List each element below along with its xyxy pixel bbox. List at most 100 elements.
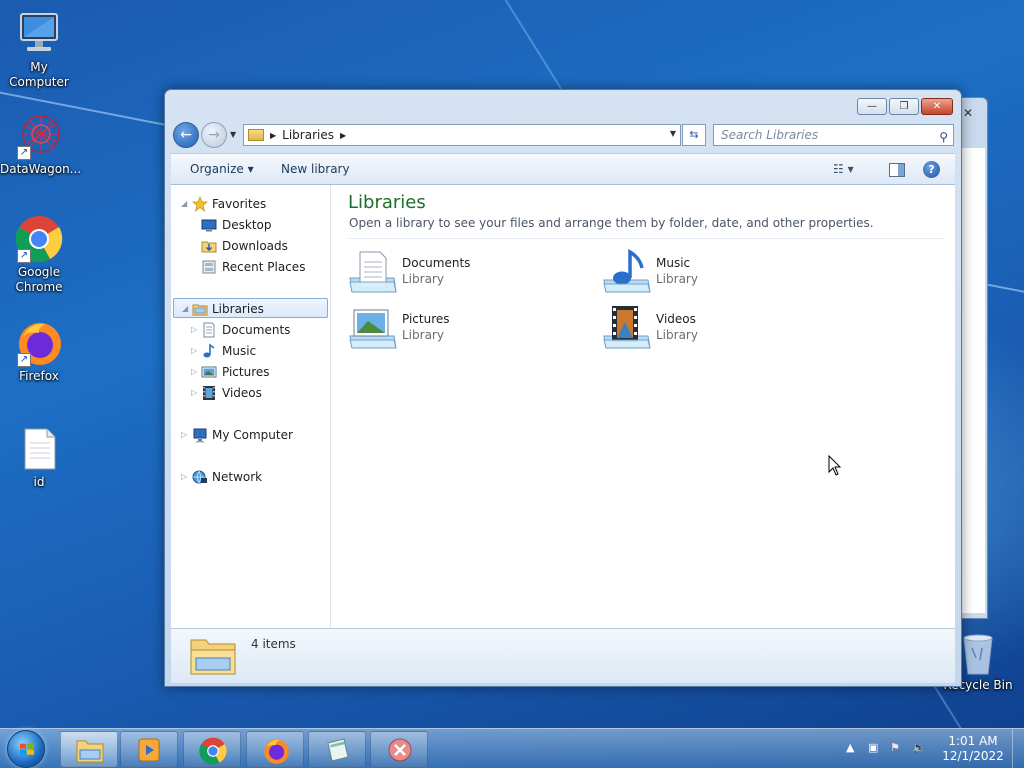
nav-label: Libraries (212, 302, 264, 316)
taskbar-media-player[interactable] (120, 731, 178, 767)
library-tile-music[interactable]: Music Library (602, 246, 832, 298)
media-player-icon (136, 737, 164, 763)
address-field[interactable]: ▶ Libraries ▶ ▼ (243, 124, 681, 146)
breadcrumb-libraries[interactable]: Libraries (282, 128, 334, 142)
expand-arrow-icon[interactable]: ▷ (191, 320, 197, 340)
nav-item-favorites[interactable]: ◢ Favorites (171, 194, 329, 214)
organize-button[interactable]: Organize ▾ (190, 162, 254, 176)
taskbar-firefox[interactable] (246, 731, 304, 767)
taskbar: ▲ ▣ ⚑ 🔈 1:01 AM 12/1/2022 (0, 728, 1024, 768)
change-view-button[interactable]: ☷ ▾ (833, 162, 854, 176)
start-button[interactable] (7, 730, 45, 768)
maximize-button[interactable]: ❐ (889, 98, 919, 115)
nav-label: Documents (222, 323, 291, 337)
back-button[interactable]: ← (173, 122, 199, 148)
nav-item-my-computer[interactable]: ▷ My Computer (171, 425, 329, 445)
desktop-icon (201, 217, 217, 233)
folder-icon (76, 737, 104, 763)
taskbar-error-app[interactable] (370, 731, 428, 767)
close-button[interactable]: ✕ (921, 98, 953, 115)
datawagon-icon: ↗ (15, 112, 63, 160)
minimize-button[interactable]: — (857, 98, 887, 115)
close-icon[interactable]: ✕ (963, 106, 983, 122)
music-note-icon (201, 343, 217, 359)
nav-item-desktop[interactable]: Desktop (171, 215, 329, 235)
taskbar-chrome[interactable] (183, 731, 241, 767)
background-window-content (961, 148, 985, 613)
taskbar-explorer[interactable] (60, 731, 118, 767)
details-pane: 4 items (171, 628, 955, 683)
nav-item-videos[interactable]: ▷ Videos (171, 383, 329, 403)
nav-item-recent-places[interactable]: Recent Places (171, 257, 329, 277)
desktop-icon-id[interactable]: id (0, 425, 78, 490)
divider (349, 238, 943, 239)
system-tray: ▲ ▣ ⚑ 🔈 1:01 AM 12/1/2022 (840, 729, 1024, 768)
taskbar-notepad[interactable] (308, 731, 366, 767)
libraries-icon (192, 301, 208, 317)
show-desktop-button[interactable] (1012, 729, 1024, 768)
desktop-icon-my-computer[interactable]: My Computer (0, 10, 78, 90)
refresh-button[interactable]: ⇆ (682, 124, 706, 146)
chrome-icon: ↗ (15, 215, 63, 263)
library-tile-pictures[interactable]: Pictures Library (348, 302, 578, 354)
nav-label: Downloads (222, 239, 288, 253)
desktop-icon-firefox[interactable]: ↗ Firefox (0, 319, 78, 384)
desktop-icon-label: Firefox (19, 369, 59, 383)
expand-arrow-icon[interactable]: ▷ (191, 341, 197, 361)
clock-date: 12/1/2022 (942, 749, 1004, 763)
desktop-icon-label: My Computer (9, 60, 69, 89)
volume-icon[interactable]: 🔈 (912, 741, 926, 754)
breadcrumb-separator-icon[interactable]: ▶ (340, 131, 346, 140)
expand-arrow-icon[interactable]: ▷ (181, 425, 187, 445)
recent-places-icon (201, 259, 217, 275)
search-icon[interactable]: ⚲ (939, 127, 948, 147)
breadcrumb-separator-icon[interactable]: ▶ (270, 131, 276, 140)
expand-arrow-icon[interactable]: ▷ (191, 383, 197, 403)
arrow-left-icon: ← (180, 127, 192, 143)
new-library-button[interactable]: New library (281, 162, 350, 176)
arrow-right-icon: → (208, 127, 220, 143)
chrome-icon (199, 737, 227, 765)
pictures-icon (201, 364, 217, 380)
desktop-icon-datawagon[interactable]: ↗ DataWagon... (0, 112, 81, 177)
preview-pane-button[interactable] (889, 163, 905, 177)
firefox-icon: ↗ (15, 319, 63, 367)
desktop-icon-google-chrome[interactable]: ↗ Google Chrome (0, 215, 78, 295)
explorer-window[interactable]: — ❐ ✕ ← → ▼ ▶ Libraries ▶ ▼ ⇆ Search Lib… (164, 89, 962, 687)
film-icon (201, 385, 217, 401)
search-input[interactable]: Search Libraries ⚲ (713, 124, 954, 146)
pictures-library-icon (348, 304, 398, 352)
nav-item-pictures[interactable]: ▷ Pictures (171, 362, 329, 382)
address-history-dropdown[interactable]: ▼ (670, 129, 676, 138)
nav-label: Videos (222, 386, 262, 400)
recycle-bin-icon (956, 630, 1000, 676)
library-type: Library (656, 328, 698, 342)
network-icon[interactable]: ▣ (868, 741, 878, 754)
nav-item-network[interactable]: ▷ Network (171, 467, 329, 487)
nav-item-downloads[interactable]: Downloads (171, 236, 329, 256)
expand-arrow-icon[interactable]: ▷ (181, 467, 187, 487)
expand-arrow-icon[interactable]: ▷ (191, 362, 197, 382)
action-center-icon[interactable]: ⚑ (890, 741, 900, 754)
library-name: Music (656, 256, 691, 270)
nav-item-music[interactable]: ▷ Music (171, 341, 329, 361)
nav-item-libraries[interactable]: ◢ Libraries (173, 298, 328, 318)
recent-pages-dropdown[interactable]: ▼ (230, 130, 236, 139)
nav-label: Music (222, 344, 257, 358)
forward-button[interactable]: → (201, 122, 227, 148)
library-tile-documents[interactable]: Documents Library (348, 246, 578, 298)
shortcut-arrow-icon: ↗ (17, 249, 31, 263)
nav-item-documents[interactable]: ▷ Documents (171, 320, 329, 340)
libraries-folder-icon (190, 634, 236, 676)
collapse-arrow-icon[interactable]: ◢ (182, 299, 188, 319)
firefox-icon (262, 737, 290, 764)
item-count: 4 items (251, 637, 296, 651)
show-hidden-icons-icon[interactable]: ▲ (846, 741, 854, 754)
library-tile-videos[interactable]: Videos Library (602, 302, 832, 354)
collapse-arrow-icon[interactable]: ◢ (181, 194, 187, 214)
refresh-icon: ⇆ (689, 128, 699, 141)
help-button[interactable]: ? (923, 161, 940, 178)
nav-label: Pictures (222, 365, 270, 379)
computer-icon (15, 10, 63, 58)
clock[interactable]: 1:01 AM 12/1/2022 (940, 734, 1006, 764)
